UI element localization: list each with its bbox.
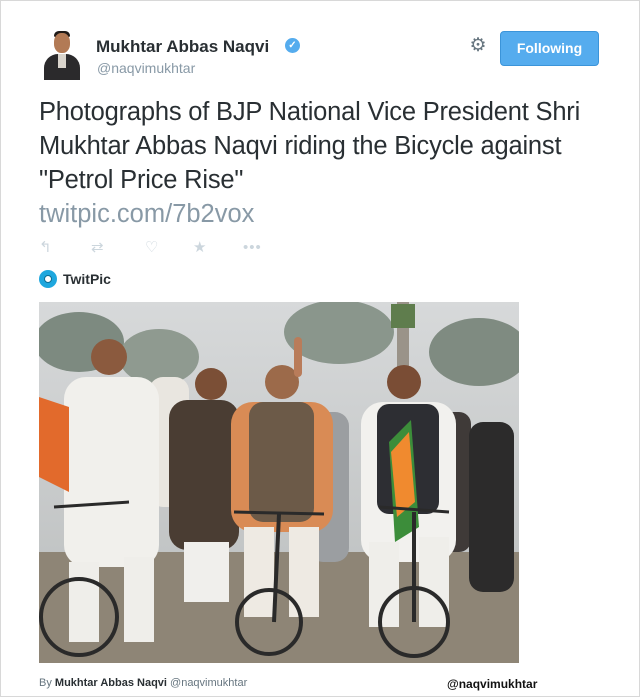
retweet-icon[interactable]: ⇄	[91, 238, 104, 258]
avatar-shirt	[58, 54, 66, 68]
avatar-head	[54, 33, 70, 53]
tweet-link[interactable]: twitpic.com/7b2vox	[39, 197, 254, 231]
gear-icon[interactable]: ⚙	[469, 36, 487, 55]
card-provider[interactable]: TwitPic	[63, 271, 111, 287]
reply-icon[interactable]: ↰	[39, 238, 52, 258]
twitpic-logo-icon	[39, 270, 57, 288]
verified-badge-icon: ✓	[285, 38, 300, 53]
avatar[interactable]	[41, 29, 83, 80]
tweet-text: Photographs of BJP National Vice Preside…	[39, 98, 581, 194]
byline-prefix: By	[39, 677, 52, 689]
user-handle[interactable]: @naqvimukhtar	[97, 60, 195, 76]
tweet-photo[interactable]	[39, 302, 519, 663]
byline-name[interactable]: Mukhtar Abbas Naqvi	[55, 677, 167, 689]
more-icon[interactable]: •••	[243, 238, 262, 258]
photo-illustration	[39, 302, 519, 663]
following-button[interactable]: Following	[500, 31, 599, 66]
star-icon[interactable]: ★	[193, 238, 206, 258]
user-name[interactable]: Mukhtar Abbas Naqvi	[96, 37, 269, 57]
photo-byline: By Mukhtar Abbas Naqvi @naqvimukhtar	[39, 677, 247, 689]
byline-handle[interactable]: @naqvimukhtar	[170, 677, 247, 689]
watermark: @naqvimukhtar	[447, 677, 538, 691]
favorite-icon[interactable]: ♡	[145, 238, 158, 258]
